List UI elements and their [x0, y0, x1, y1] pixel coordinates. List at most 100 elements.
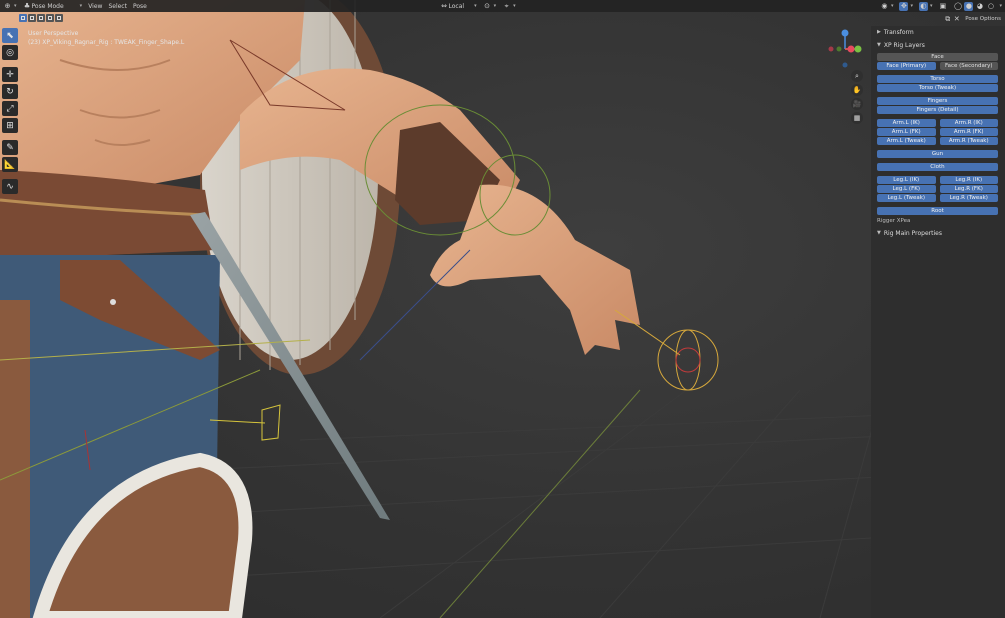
gizmo-x-axis[interactable]	[847, 45, 855, 53]
sidebar-top-row: ⧉ ✕ Pose Options	[871, 13, 1005, 25]
select-extend-button[interactable]	[28, 14, 36, 22]
layer-toggle-torso[interactable]: Torso	[877, 75, 998, 83]
orientation-label: Local	[448, 2, 465, 10]
annotate-icon[interactable]: ✎	[2, 140, 18, 155]
menu-pose[interactable]: Pose	[130, 0, 150, 12]
viewport-info: User Perspective (23) XP_Viking_Ragnar_R…	[28, 29, 184, 47]
rig-layer-row: Torso	[871, 75, 1005, 83]
rig-layer-row: Face	[871, 53, 1005, 61]
snap-toggle[interactable]: ⌖ ▾	[499, 0, 519, 12]
rig-layer-row: Cloth	[871, 163, 1005, 171]
expanded-arrow-icon: ▼	[877, 230, 881, 236]
layer-toggle-gun[interactable]: Gun	[877, 150, 998, 158]
layer-toggle-arm-r-tweak[interactable]: Arm.R (Tweak)	[939, 137, 998, 145]
mode-label: Pose Mode	[31, 2, 64, 10]
pivot-dropdown[interactable]: ⊙ ▾	[480, 0, 500, 12]
layer-toggle-face-primary[interactable]: Face (Primary)	[877, 62, 936, 70]
menu-view[interactable]: View	[85, 0, 105, 12]
measure-icon[interactable]: 📐	[2, 157, 18, 172]
mode-dropdown[interactable]: ♣ Pose Mode ▾	[20, 0, 86, 12]
gizmo-toggle[interactable]: ✥ ▾	[896, 0, 916, 12]
pan-hand-icon[interactable]: ✋	[851, 84, 863, 96]
overlay-toggle[interactable]: ◐ ▾	[916, 0, 936, 12]
layer-toggle-root[interactable]: Root	[877, 207, 998, 215]
layer-toggle-arm-l-tweak[interactable]: Arm.L (Tweak)	[877, 137, 936, 145]
rotate-icon[interactable]: ↻	[2, 84, 18, 99]
xray-icon: ▣	[939, 2, 947, 10]
editor-type-dropdown[interactable]: ⊕ ▾	[0, 0, 20, 12]
navigation-gizmo[interactable]	[822, 26, 868, 72]
n-panel-sidebar: ▶ Transform ▼ XP Rig Layers Face Face (Pr…	[871, 26, 1005, 618]
visibility-dropdown[interactable]: ◉ ▾	[877, 0, 897, 12]
gizmo-z-axis[interactable]	[841, 29, 849, 37]
transform-panel-header[interactable]: ▶ Transform	[871, 26, 1005, 38]
collapsed-arrow-icon: ▶	[877, 29, 881, 35]
layer-toggle-arm-l-ik[interactable]: Arm.L (IK)	[877, 119, 936, 127]
layer-toggle-arm-r-ik[interactable]: Arm.R (IK)	[939, 119, 998, 127]
transform-icon[interactable]: ⊞	[2, 118, 18, 133]
menu-select[interactable]: Select	[105, 0, 130, 12]
layer-toggle-face[interactable]: Face	[877, 53, 998, 61]
select-mode-buttons	[19, 14, 63, 23]
layer-toggle-torso-tweak[interactable]: Torso (Tweak)	[877, 84, 998, 92]
select-new-button[interactable]	[19, 14, 27, 22]
material-shading-icon[interactable]: ◕	[975, 2, 984, 11]
gizmo-icon: ✥	[899, 1, 909, 11]
layer-toggle-fingers-detail[interactable]: Fingers (Detail)	[877, 106, 998, 114]
rig-layer-row: Face (Primary) Face (Secondary)	[871, 62, 1005, 70]
xray-toggle[interactable]: ▣	[935, 0, 950, 12]
rig-main-properties-header[interactable]: ▼ Rig Main Properties	[871, 227, 1005, 239]
pose-options-button[interactable]: Pose Options	[965, 16, 1001, 22]
camera-icon[interactable]: 🎥	[851, 98, 863, 110]
close-icon[interactable]: ✕	[952, 15, 961, 24]
rig-layers-panel-header[interactable]: ▼ XP Rig Layers	[871, 39, 1005, 51]
expanded-arrow-icon: ▼	[877, 42, 881, 48]
gizmo-y-axis[interactable]	[854, 45, 862, 53]
rig-layer-row: Leg.L (IK) Leg.R (IK)	[871, 176, 1005, 184]
wireframe-shading-icon[interactable]: ◯	[953, 2, 962, 11]
object-info-label: (23) XP_Viking_Ragnar_Rig : TWEAK_Finger…	[28, 39, 185, 46]
rendered-shading-icon[interactable]: ○	[986, 2, 995, 11]
pose-icon: ♣	[23, 2, 31, 10]
options-icon[interactable]: ⧉	[943, 15, 952, 24]
select-subtract-button[interactable]	[37, 14, 45, 22]
eye-icon: ◉	[881, 2, 888, 10]
grid-view-icon[interactable]: ▦	[851, 112, 863, 124]
rig-layer-row: Fingers (Detail)	[871, 106, 1005, 114]
layer-toggle-leg-l-ik[interactable]: Leg.L (IK)	[877, 176, 936, 184]
rig-layer-row: Arm.L (FK) Arm.R (FK)	[871, 128, 1005, 136]
layer-toggle-leg-r-ik[interactable]: Leg.R (IK)	[939, 176, 998, 184]
layer-toggle-leg-l-tweak[interactable]: Leg.L (Tweak)	[877, 194, 936, 202]
select-invert-button[interactable]	[46, 14, 54, 22]
move-icon[interactable]: ✛	[2, 67, 18, 82]
shading-modes: ◯ ● ◕ ○ ▾	[953, 1, 1002, 11]
solid-shading-icon[interactable]: ●	[964, 1, 974, 11]
transform-orientation-dropdown[interactable]: ⇔ Local ▾	[437, 0, 480, 12]
select-intersect-button[interactable]	[55, 14, 63, 22]
overlay-icon: ◐	[918, 1, 928, 11]
relax-pose-icon[interactable]: ∿	[2, 179, 18, 194]
rig-layer-row: Arm.L (Tweak) Arm.R (Tweak)	[871, 137, 1005, 145]
rig-layer-row: Leg.L (Tweak) Leg.R (Tweak)	[871, 194, 1005, 202]
cursor-icon[interactable]: ◎	[2, 45, 18, 60]
scale-icon[interactable]: ⤢	[2, 101, 18, 116]
rig-layer-row: Arm.L (IK) Arm.R (IK)	[871, 119, 1005, 127]
layer-toggle-face-secondary[interactable]: Face (Secondary)	[939, 62, 998, 70]
pivot-icon: ⊙	[484, 2, 491, 10]
navigation-buttons: ⌕ ✋ 🎥 ▦	[851, 70, 863, 124]
layer-toggle-leg-l-fk[interactable]: Leg.L (FK)	[877, 185, 936, 193]
layer-toggle-leg-r-tweak[interactable]: Leg.R (Tweak)	[939, 194, 998, 202]
layer-toggle-fingers[interactable]: Fingers	[877, 97, 998, 105]
perspective-label: User Perspective	[28, 30, 79, 37]
orientation-icon: ⇔	[441, 2, 447, 10]
viewport-header: ⊕ ▾ ♣ Pose Mode ▾ View Select Pose ⇔ Local…	[0, 0, 1005, 12]
select-box-icon[interactable]: ⬉	[2, 28, 18, 43]
layer-toggle-arm-l-fk[interactable]: Arm.L (FK)	[877, 128, 936, 136]
tool-shelf: ⬉ ◎ ✛ ↻ ⤢ ⊞ ✎ 📐 ∿	[2, 28, 18, 194]
layer-toggle-arm-r-fk[interactable]: Arm.R (FK)	[939, 128, 998, 136]
snap-icon: ⌖	[504, 1, 509, 10]
layer-toggle-leg-r-fk[interactable]: Leg.R (FK)	[939, 185, 998, 193]
rig-layer-row: Leg.L (FK) Leg.R (FK)	[871, 185, 1005, 193]
zoom-icon[interactable]: ⌕	[851, 70, 863, 82]
layer-toggle-cloth[interactable]: Cloth	[877, 163, 998, 171]
